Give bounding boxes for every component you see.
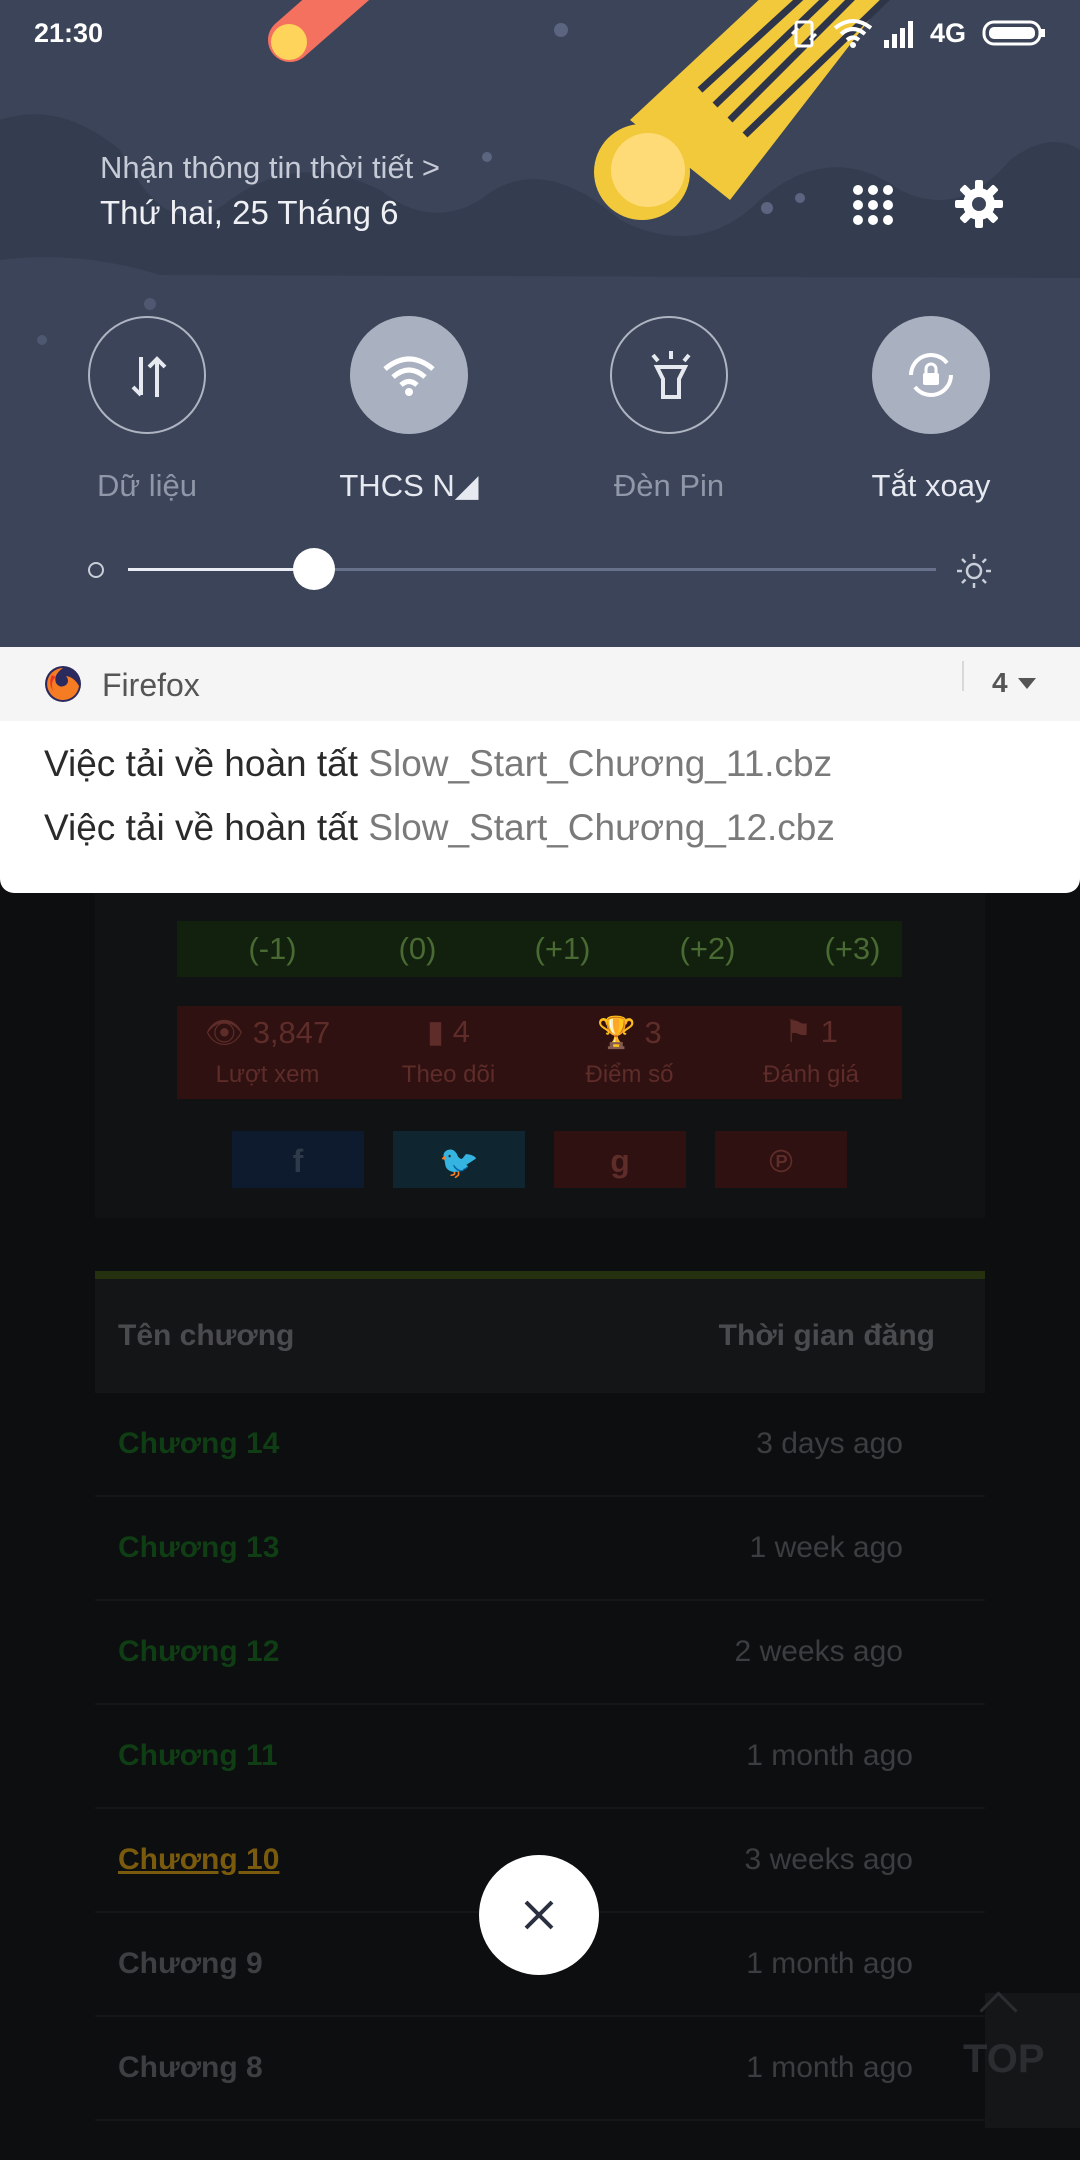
vote-minus-1[interactable]: (-1) (200, 921, 345, 977)
share-google-button[interactable]: g (554, 1131, 686, 1188)
chapter-time: 3 weeks ago (744, 1843, 913, 1876)
network-type: 4G (930, 18, 967, 48)
stat-follow[interactable]: ▮ 4 Theo dõi (358, 1006, 541, 1099)
chapter-link[interactable]: Chương 12 (118, 1635, 279, 1669)
twitter-icon: 🐦 (439, 1144, 479, 1180)
notification-item[interactable]: Việc tải về hoàn tất Slow_Start_Chương_1… (44, 743, 832, 785)
stat-rating: ⚑ 1 Đánh giá (720, 1006, 902, 1099)
chapter-time: 3 days ago (756, 1427, 903, 1460)
chapter-time: 1 week ago (749, 1531, 903, 1564)
data-transfer-icon (131, 356, 167, 397)
brightness-slider-thumb[interactable] (292, 548, 335, 590)
table-row[interactable]: Chương 8 1 month ago (95, 2015, 985, 2121)
share-pinterest-button[interactable]: ℗ (715, 1131, 847, 1188)
flag-icon: ⚑ (784, 1014, 821, 1049)
vote-plus-2[interactable]: (+2) (635, 921, 780, 977)
facebook-icon: f (292, 1143, 304, 1179)
tile-flashlight-label: Đèn Pin (613, 468, 725, 503)
top-label: TOP (963, 2037, 1045, 2081)
header-divider (962, 661, 964, 691)
flashlight-icon (651, 351, 691, 399)
chapter-time: 2 weeks ago (734, 1635, 903, 1668)
date-label: Thứ hai, 25 Tháng 6 (100, 194, 399, 231)
tile-rotation-lock[interactable] (872, 316, 990, 434)
table-row[interactable]: Chương 14 3 days ago (95, 1391, 985, 1497)
table-top-border (95, 1271, 985, 1279)
vote-plus-1[interactable]: (+1) (490, 921, 635, 977)
weather-link[interactable]: Nhận thông tin thời tiết > (100, 150, 440, 186)
table-row[interactable]: Chương 11 1 month ago (95, 1703, 985, 1809)
chapter-time: 1 month ago (746, 1947, 913, 1980)
clear-notifications-button[interactable] (479, 1855, 599, 1975)
apps-grid-icon[interactable] (851, 183, 895, 227)
trophy-icon: 🏆 (597, 1015, 645, 1050)
chapter-time: 1 month ago (746, 1739, 913, 1772)
bookmark-icon: ▮ (427, 1014, 453, 1049)
brightness-low-icon (88, 562, 104, 578)
notification-app-name: Firefox (102, 667, 200, 703)
eye-icon: 👁 (204, 1015, 253, 1050)
vote-plus-3[interactable]: (+3) (780, 921, 925, 977)
tile-rotation-label: Tắt xoay (871, 468, 991, 503)
expand-arrow-icon[interactable] (1018, 678, 1036, 689)
status-time: 21:30 (34, 18, 104, 48)
chapter-link[interactable]: Chương 10 (118, 1843, 279, 1877)
notification-item[interactable]: Việc tải về hoàn tất Slow_Start_Chương_1… (44, 807, 835, 849)
battery-icon (982, 19, 1046, 47)
table-header: Tên chương Thời gian đăng (95, 1279, 985, 1393)
header-chapter: Tên chương (118, 1319, 295, 1352)
share-twitter-button[interactable]: 🐦 (393, 1131, 525, 1188)
tile-wifi-label: THCS N◢ (339, 468, 479, 503)
wifi-icon (383, 356, 435, 396)
chapter-link[interactable]: Chương 9 (118, 1947, 263, 1981)
manga-info-card: (-1) (0) (+1) (+2) (+3) 👁 3,847 Lượt xem… (95, 893, 985, 1218)
tile-flashlight[interactable] (610, 316, 728, 434)
share-facebook-button[interactable]: f (232, 1131, 364, 1188)
table-row[interactable]: Chương 13 1 week ago (95, 1495, 985, 1601)
scroll-top-button[interactable]: TOP (963, 1991, 1080, 2128)
chapter-link[interactable]: Chương 11 (118, 1739, 278, 1773)
brightness-high-icon (956, 553, 992, 589)
google-plus-icon: g (610, 1143, 630, 1179)
vote-0[interactable]: (0) (345, 921, 490, 977)
pinterest-icon: ℗ (769, 1143, 793, 1179)
settings-gear-icon[interactable] (954, 179, 1004, 229)
close-icon (524, 1900, 554, 1930)
tile-wifi[interactable] (350, 316, 468, 434)
header-time: Thời gian đăng (718, 1319, 935, 1352)
rotate-icon (790, 20, 820, 48)
tile-data-label: Dữ liệu (96, 468, 197, 503)
wifi-status-icon (833, 18, 873, 48)
notification-count: 4 (992, 667, 1008, 698)
notification-header[interactable]: Firefox 4 (0, 647, 1080, 721)
chapter-link[interactable]: Chương 8 (118, 2051, 263, 2085)
tile-data[interactable] (88, 316, 206, 434)
notification-shade: 21:30 4G Nhận thông tin thời tiết > Thứ … (0, 0, 1080, 647)
brightness-slider-fill (128, 568, 314, 571)
stat-views: 👁 3,847 Lượt xem (177, 1006, 360, 1099)
stat-score: 🏆 3 Điểm số (539, 1006, 722, 1099)
firefox-icon (44, 665, 82, 703)
firefox-notification[interactable]: Firefox 4 Việc tải về hoàn tất Slow_Star… (0, 647, 1080, 893)
chapter-link[interactable]: Chương 14 (118, 1427, 279, 1461)
table-row[interactable]: Chương 12 2 weeks ago (95, 1599, 985, 1705)
chapter-time: 1 month ago (746, 2051, 913, 2084)
rotation-lock-icon (909, 353, 953, 397)
chevron-up-icon (979, 1991, 1018, 2030)
chapter-link[interactable]: Chương 13 (118, 1531, 279, 1565)
signal-icon (882, 18, 918, 48)
